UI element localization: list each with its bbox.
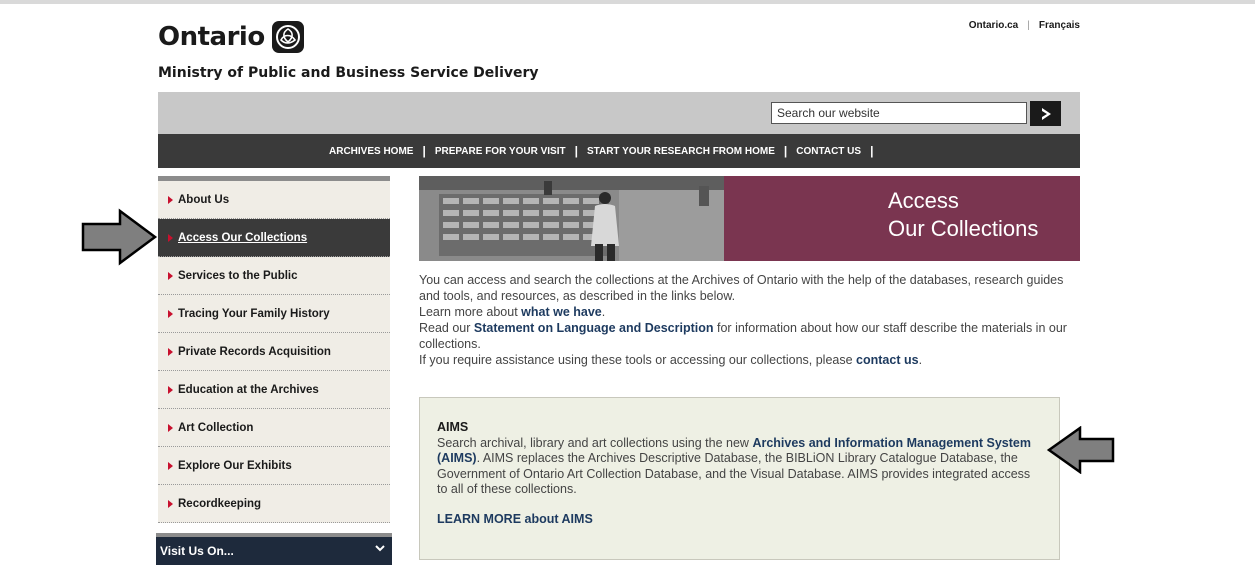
contact-us-link[interactable]: contact us [856, 353, 919, 367]
sidebar-item-label: Recordkeeping [178, 497, 262, 510]
red-triangle-icon [168, 271, 173, 280]
top-links: Ontario.ca | Français [969, 20, 1080, 31]
intro-paragraph: You can access and search the collection… [419, 273, 1064, 303]
sidebar-item-label: Private Records Acquisition [178, 345, 331, 358]
visit-us-dropdown[interactable]: Visit Us On... [156, 533, 392, 565]
nav-separator: | [783, 144, 788, 158]
red-triangle-icon [168, 385, 173, 394]
card-catalogue-image [419, 176, 724, 261]
nav-separator: | [422, 144, 426, 158]
nav-prepare-visit[interactable]: PREPARE FOR YOUR VISIT [435, 146, 566, 157]
red-triangle-icon [168, 499, 173, 508]
sidebar-item-private-records[interactable]: Private Records Acquisition [158, 333, 390, 371]
sidebar-item-label: Services to the Public [178, 269, 298, 282]
top-border [0, 0, 1255, 4]
chevron-down-icon [375, 545, 385, 552]
red-triangle-icon [168, 461, 173, 470]
aims-text-segment: Search archival, library and art collect… [437, 435, 753, 450]
intro-text-segment: Read our [419, 321, 474, 335]
sidebar-item-label: Tracing Your Family History [178, 307, 330, 320]
red-triangle-icon [168, 309, 173, 318]
intro-paragraph: Learn more about what we have. [419, 304, 1079, 320]
sidebar-item-label: Art Collection [178, 421, 254, 434]
archives-photo [419, 176, 724, 261]
intro-text-segment: . [918, 353, 923, 367]
nav-contact-us[interactable]: CONTACT US [796, 146, 861, 157]
aims-box: AIMS Search archival, library and art co… [419, 397, 1060, 560]
sidebar-item-label: Explore Our Exhibits [178, 459, 292, 472]
intro-text-segment: . [601, 305, 606, 319]
main-nav: ARCHIVES HOME | PREPARE FOR YOUR VISIT |… [158, 134, 1080, 168]
learn-more-aims-link[interactable]: LEARN MORE about AIMS [437, 512, 593, 526]
nav-start-research[interactable]: START YOUR RESEARCH FROM HOME [587, 146, 775, 157]
sidebar-item-art-collection[interactable]: Art Collection [158, 409, 390, 447]
aims-description: Search archival, library and art collect… [437, 436, 1041, 498]
ontario-ca-link[interactable]: Ontario.ca [969, 20, 1018, 31]
sidebar: About Us Access Our Collections Services… [158, 176, 390, 523]
aims-title: AIMS [437, 420, 469, 434]
intro-text-segment: Learn more about [419, 305, 522, 319]
hero-title-line1: Access [888, 188, 959, 213]
sidebar-item-about-us[interactable]: About Us [158, 181, 390, 219]
red-triangle-icon [168, 195, 173, 204]
pointer-arrow-icon [1046, 426, 1115, 474]
brand-name: Ontario [158, 22, 265, 52]
search-band [158, 92, 1080, 134]
sidebar-item-label: About Us [178, 193, 230, 206]
sidebar-item-access-collections[interactable]: Access Our Collections [158, 219, 390, 257]
ministry-title: Ministry of Public and Business Service … [158, 65, 539, 81]
francais-link[interactable]: Français [1039, 20, 1080, 31]
search-arrow-icon [1041, 107, 1051, 120]
nav-separator: | [574, 144, 578, 158]
red-triangle-icon [168, 233, 173, 242]
red-triangle-icon [168, 423, 173, 432]
search-input[interactable] [771, 102, 1027, 124]
top-links-separator: | [1027, 20, 1030, 31]
intro-paragraph: If you require assistance using these to… [419, 352, 1079, 368]
sidebar-item-education[interactable]: Education at the Archives [158, 371, 390, 409]
hero-banner: Access Our Collections [419, 176, 1080, 261]
pointer-arrow-icon [81, 208, 158, 266]
aims-text-segment: . AIMS replaces the Archives Descriptive… [437, 451, 1031, 496]
red-triangle-icon [168, 347, 173, 356]
sidebar-item-exhibits[interactable]: Explore Our Exhibits [158, 447, 390, 485]
what-we-have-link[interactable]: what we have [521, 305, 602, 319]
sidebar-item-recordkeeping[interactable]: Recordkeeping [158, 485, 390, 523]
search-button[interactable] [1030, 101, 1061, 126]
sidebar-item-services[interactable]: Services to the Public [158, 257, 390, 295]
sidebar-item-label: Access Our Collections [178, 231, 308, 244]
ontario-logo[interactable]: Ontario [158, 20, 305, 54]
statement-language-link[interactable]: Statement on Language and Description [474, 321, 714, 335]
trillium-logo-icon [271, 21, 304, 53]
sidebar-item-family-history[interactable]: Tracing Your Family History [158, 295, 390, 333]
hero-title-panel: Access Our Collections [724, 176, 1080, 261]
visit-us-label: Visit Us On... [160, 544, 234, 558]
nav-separator: | [870, 144, 874, 158]
intro-text: You can access and search the collection… [419, 272, 1079, 368]
intro-paragraph: Read our Statement on Language and Descr… [419, 320, 1079, 352]
intro-text-segment: If you require assistance using these to… [419, 353, 857, 367]
hero-title-line2: Our Collections [888, 216, 1039, 241]
sidebar-item-label: Education at the Archives [178, 383, 319, 396]
aims-learn-more: LEARN MORE about AIMS [437, 512, 1041, 528]
nav-archives-home[interactable]: ARCHIVES HOME [329, 146, 413, 157]
